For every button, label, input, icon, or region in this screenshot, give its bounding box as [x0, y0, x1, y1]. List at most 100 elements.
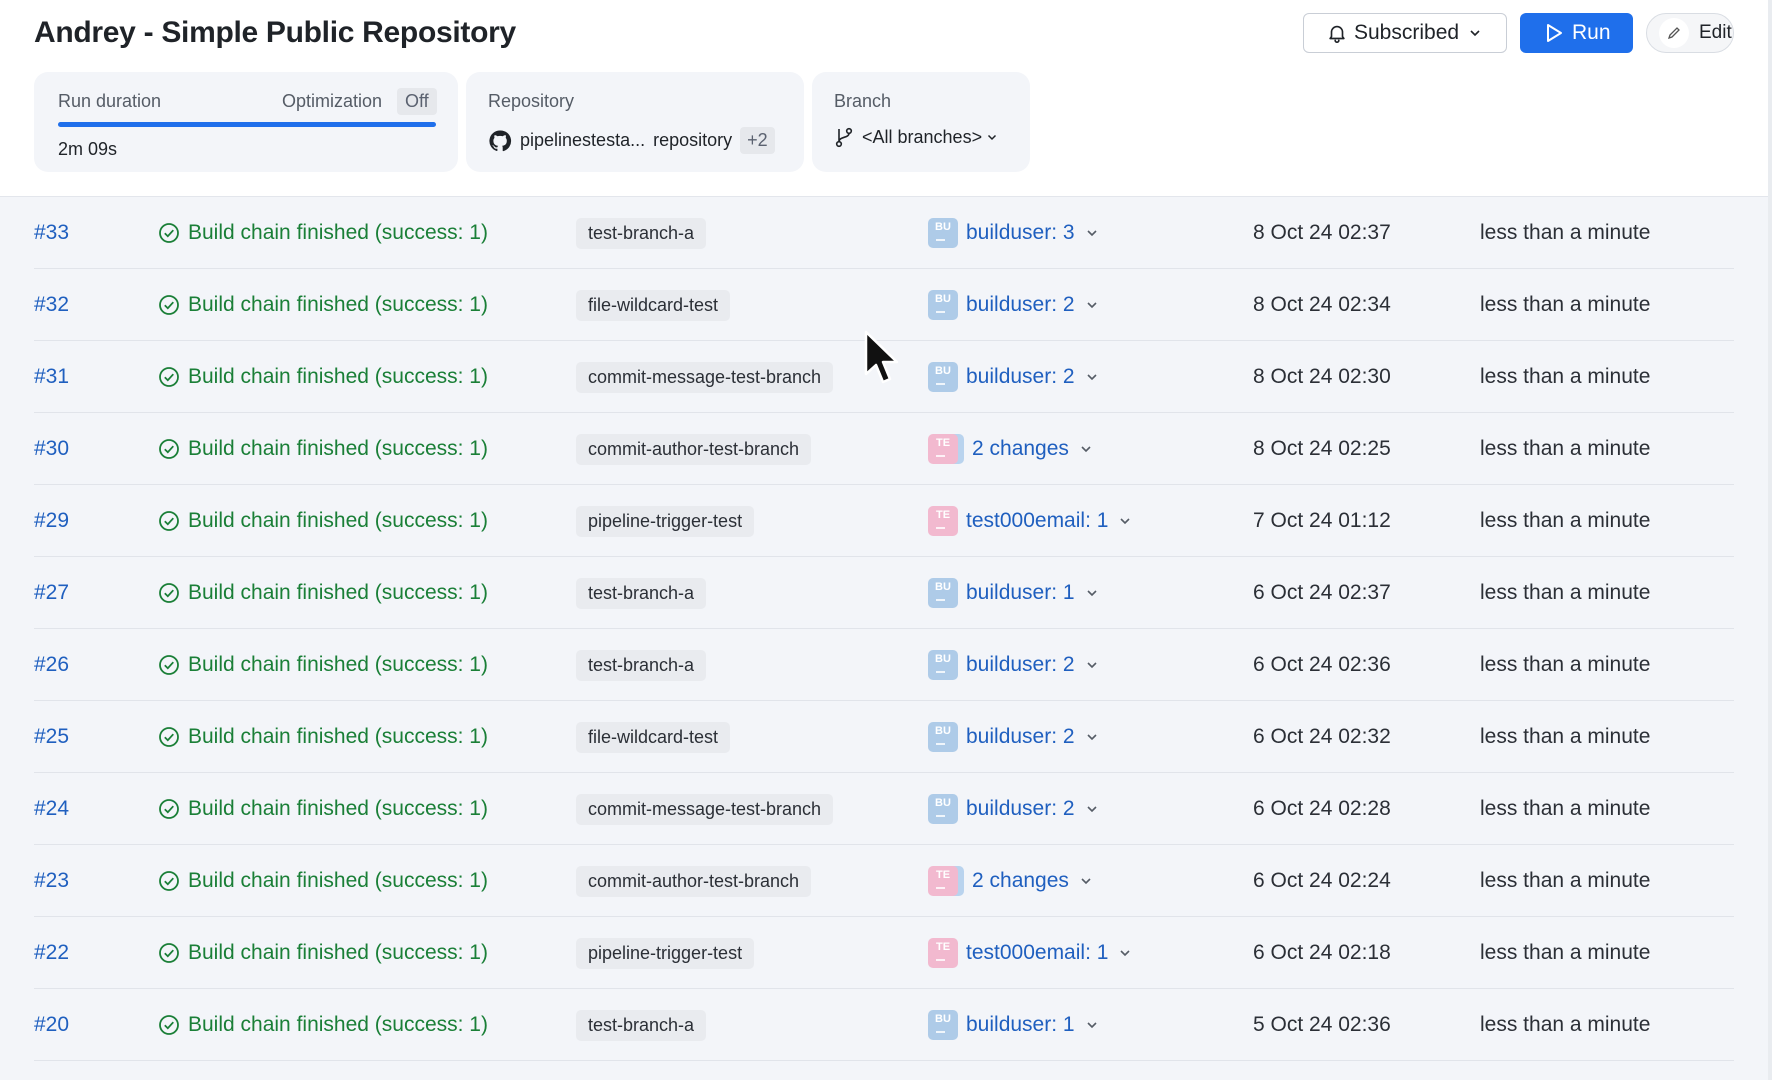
run-status-text[interactable]: Build chain finished (success: 1): [188, 1013, 488, 1037]
repository-card[interactable]: Repository pipelinestesta... repository …: [466, 72, 804, 172]
changes-dropdown[interactable]: BU builduser: 2: [928, 701, 1099, 773]
run-status-text[interactable]: Build chain finished (success: 1): [188, 437, 488, 461]
run-status: Build chain finished (success: 1): [158, 989, 488, 1061]
table-row[interactable]: #20 Build chain finished (success: 1) test…: [0, 989, 1772, 1061]
run-duration-bar: [58, 122, 436, 127]
table-row[interactable]: #23 Build chain finished (success: 1) comm…: [0, 845, 1772, 917]
run-status-text[interactable]: Build chain finished (success: 1): [188, 797, 488, 821]
optimization-toggle[interactable]: Off: [397, 88, 437, 115]
run-button[interactable]: Run: [1520, 13, 1633, 53]
run-number-link[interactable]: #29: [34, 485, 69, 557]
success-check-icon: [158, 942, 180, 964]
run-date: 6 Oct 24 02:28: [1253, 797, 1391, 820]
branch-tag[interactable]: commit-author-test-branch: [576, 433, 812, 465]
table-row[interactable]: #22 Build chain finished (success: 1) pipe…: [0, 917, 1772, 989]
run-number-link[interactable]: #23: [34, 845, 69, 917]
run-status-text[interactable]: Build chain finished (success: 1): [188, 293, 488, 317]
changes-dropdown[interactable]: BU builduser: 2: [928, 629, 1099, 701]
chevron-down-icon: [1470, 30, 1480, 37]
run-number-link[interactable]: #31: [34, 341, 69, 413]
changes-dropdown[interactable]: TE test000email: 1: [928, 485, 1132, 557]
changes-dropdown[interactable]: BU builduser: 2: [928, 269, 1099, 341]
changes-dropdown[interactable]: BU builduser: 1: [928, 557, 1099, 629]
table-row[interactable]: #27 Build chain finished (success: 1) test…: [0, 557, 1772, 629]
changes-dropdown[interactable]: TE test000email: 1: [928, 917, 1132, 989]
run-number-link[interactable]: #26: [34, 629, 69, 701]
play-icon: [1547, 24, 1562, 42]
changes-label: test000email: 1: [966, 941, 1109, 964]
avatar: BU: [928, 578, 958, 608]
avatar: BU: [928, 650, 958, 680]
table-row[interactable]: #33 Build chain finished (success: 1) test…: [0, 197, 1772, 269]
run-number-link[interactable]: #27: [34, 557, 69, 629]
changes-label: test000email: 1: [966, 509, 1109, 532]
branch-selector[interactable]: <All branches>: [834, 126, 998, 148]
chevron-down-icon: [1085, 658, 1099, 672]
branch-cell: pipeline-trigger-test: [576, 917, 755, 989]
table-row[interactable]: #24 Build chain finished (success: 1) comm…: [0, 773, 1772, 845]
run-status-text[interactable]: Build chain finished (success: 1): [188, 725, 488, 749]
bell-icon: [1329, 25, 1345, 43]
run-date: 6 Oct 24 02:24: [1253, 869, 1391, 892]
run-status-text[interactable]: Build chain finished (success: 1): [188, 941, 488, 965]
run-number-link[interactable]: #25: [34, 701, 69, 773]
subscribed-button[interactable]: Subscribed: [1303, 13, 1507, 53]
branch-tag[interactable]: test-branch-a: [576, 1009, 707, 1041]
run-status-text[interactable]: Build chain finished (success: 1): [188, 221, 488, 245]
branch-tag[interactable]: file-wildcard-test: [576, 721, 731, 753]
branch-cell: commit-message-test-branch: [576, 341, 834, 413]
run-number-link[interactable]: #22: [34, 917, 69, 989]
run-status-text[interactable]: Build chain finished (success: 1): [188, 869, 488, 893]
branch-tag[interactable]: file-wildcard-test: [576, 289, 731, 321]
page-header: Andrey - Simple Public Repository Subscr…: [0, 0, 1772, 197]
table-row[interactable]: #30 Build chain finished (success: 1) comm…: [0, 413, 1772, 485]
success-check-icon: [158, 222, 180, 244]
branch-tag[interactable]: pipeline-trigger-test: [576, 937, 755, 969]
avatar: BU: [928, 722, 958, 752]
branch-tag[interactable]: test-branch-a: [576, 217, 707, 249]
branch-card[interactable]: Branch <All branches>: [812, 72, 1030, 172]
changes-dropdown[interactable]: TE 2 changes: [928, 845, 1093, 917]
run-duration: less than a minute: [1480, 509, 1651, 532]
run-status-text[interactable]: Build chain finished (success: 1): [188, 365, 488, 389]
changes-label: builduser: 2: [966, 293, 1075, 316]
run-status: Build chain finished (success: 1): [158, 269, 488, 341]
changes-dropdown[interactable]: BU builduser: 2: [928, 341, 1099, 413]
table-row[interactable]: #25 Build chain finished (success: 1) file…: [0, 701, 1772, 773]
run-status-text[interactable]: Build chain finished (success: 1): [188, 581, 488, 605]
branch-tag[interactable]: test-branch-a: [576, 649, 707, 681]
run-number-link[interactable]: #30: [34, 413, 69, 485]
run-number-link[interactable]: #20: [34, 989, 69, 1061]
changes-dropdown[interactable]: BU builduser: 1: [928, 989, 1099, 1061]
table-row[interactable]: #29 Build chain finished (success: 1) pipe…: [0, 485, 1772, 557]
run-number-link[interactable]: #24: [34, 773, 69, 845]
run-number-link[interactable]: #33: [34, 197, 69, 269]
repository-suffix: repository: [653, 130, 733, 150]
run-number-link[interactable]: #32: [34, 269, 69, 341]
changes-dropdown[interactable]: TE 2 changes: [928, 413, 1093, 485]
run-status-text[interactable]: Build chain finished (success: 1): [188, 509, 488, 533]
run-date: 8 Oct 24 02:37: [1253, 221, 1391, 244]
success-check-icon: [158, 366, 180, 388]
changes-dropdown[interactable]: BU builduser: 2: [928, 773, 1099, 845]
branch-tag[interactable]: commit-message-test-branch: [576, 361, 834, 393]
branch-tag[interactable]: commit-author-test-branch: [576, 865, 812, 897]
branch-tag[interactable]: pipeline-trigger-test: [576, 505, 755, 537]
avatar: BU: [928, 1010, 958, 1040]
table-row[interactable]: #26 Build chain finished (success: 1) test…: [0, 629, 1772, 701]
branch-icon: [835, 127, 853, 148]
success-check-icon: [158, 654, 180, 676]
run-date: 7 Oct 24 01:12: [1253, 509, 1391, 532]
branch-cell: pipeline-trigger-test: [576, 485, 755, 557]
changes-label: builduser: 3: [966, 221, 1075, 244]
repository-value[interactable]: pipelinestesta... repository +2: [488, 127, 775, 154]
edit-button[interactable]: Edit: [1646, 13, 1734, 53]
branch-tag[interactable]: test-branch-a: [576, 577, 707, 609]
run-duration: less than a minute: [1480, 365, 1651, 388]
run-status-text[interactable]: Build chain finished (success: 1): [188, 653, 488, 677]
success-check-icon: [158, 294, 180, 316]
branch-tag[interactable]: commit-message-test-branch: [576, 793, 834, 825]
changes-dropdown[interactable]: BU builduser: 3: [928, 197, 1099, 269]
avatar: TE: [928, 434, 958, 464]
scrollbar[interactable]: [1768, 0, 1772, 1080]
